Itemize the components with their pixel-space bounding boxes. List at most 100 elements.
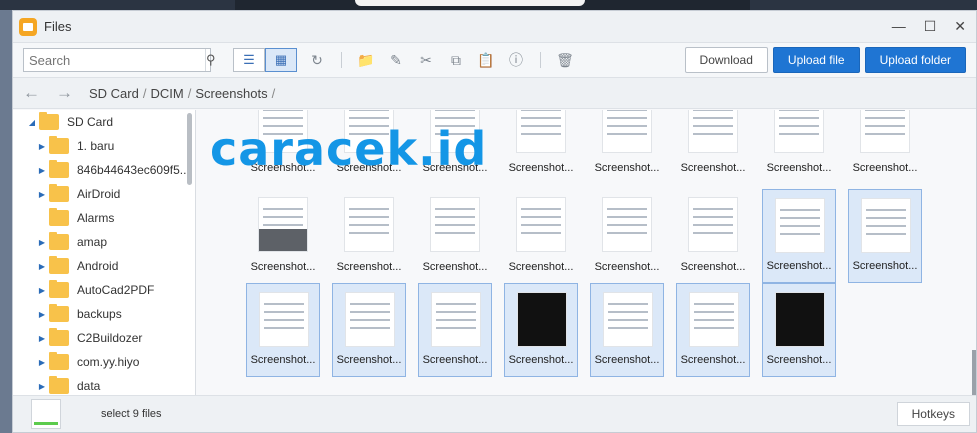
info-icon[interactable]: ⓘ bbox=[508, 52, 524, 68]
collapsed-arrow-icon[interactable]: ▶ bbox=[35, 166, 49, 175]
file-tile[interactable]: Screenshot... bbox=[676, 283, 750, 377]
paste-icon[interactable]: 📋 bbox=[477, 52, 494, 68]
expanded-arrow-icon[interactable]: ◢ bbox=[25, 118, 39, 127]
upload-folder-button[interactable]: Upload folder bbox=[864, 47, 966, 73]
folder-icon bbox=[49, 208, 69, 226]
collapsed-arrow-icon[interactable]: ▶ bbox=[35, 310, 49, 319]
file-name: Screenshot... bbox=[766, 354, 832, 366]
file-tile[interactable]: Screenshot... bbox=[762, 189, 836, 283]
breadcrumb-item-dcim[interactable]: DCIM bbox=[150, 86, 183, 101]
tree-item[interactable]: ▶ AirDroid bbox=[13, 182, 195, 206]
file-tile[interactable]: Screenshot... bbox=[762, 110, 836, 184]
watermark-text: caracek.id bbox=[210, 122, 488, 176]
minimize-icon[interactable]: — bbox=[892, 18, 906, 35]
tree-item[interactable]: ▶ backups bbox=[13, 302, 195, 326]
file-tile[interactable]: Screenshot... bbox=[762, 283, 836, 377]
desktop-address-pill bbox=[355, 0, 585, 6]
tree-item-root[interactable]: ◢ SD Card bbox=[13, 110, 195, 134]
breadcrumb: ← → SD Card / DCIM / Screenshots / bbox=[13, 77, 976, 109]
file-tile[interactable]: Screenshot... bbox=[418, 189, 492, 283]
file-thumbnail bbox=[345, 292, 395, 347]
rename-icon[interactable]: ✎ bbox=[388, 52, 404, 68]
tree-item-label: Alarms bbox=[77, 211, 115, 225]
tree-item[interactable]: ▶ 846b44643ec609f5... bbox=[13, 158, 195, 182]
search-icon[interactable]: ⚲ bbox=[205, 49, 216, 71]
hotkeys-button[interactable]: Hotkeys bbox=[896, 402, 970, 426]
cut-icon[interactable]: ✂ bbox=[418, 52, 434, 68]
list-view-icon[interactable]: ☰ bbox=[233, 48, 265, 72]
grid-view-icon[interactable]: ▦ bbox=[265, 48, 297, 72]
tree-scrollbar[interactable] bbox=[187, 113, 192, 185]
tree-item[interactable]: ▶ AutoCad2PDF bbox=[13, 278, 195, 302]
file-tile[interactable]: Screenshot... bbox=[418, 283, 492, 377]
collapsed-arrow-icon[interactable]: ▶ bbox=[35, 142, 49, 151]
file-tile[interactable]: Screenshot... bbox=[590, 110, 664, 184]
tree-item[interactable]: ▶ data bbox=[13, 374, 195, 395]
tree-item[interactable]: ▶ C2Buildozer bbox=[13, 326, 195, 350]
file-thumbnail bbox=[860, 110, 910, 153]
file-tile[interactable]: Screenshot... bbox=[848, 189, 922, 283]
folder-icon bbox=[49, 184, 69, 202]
folder-icon bbox=[49, 280, 69, 298]
file-tile[interactable]: Screenshot... bbox=[246, 283, 320, 377]
tree-item[interactable]: ▶ 1. baru bbox=[13, 134, 195, 158]
copy-icon[interactable]: ⧉ bbox=[448, 52, 464, 68]
file-tile[interactable]: Screenshot... bbox=[676, 189, 750, 283]
collapsed-arrow-icon[interactable]: ▶ bbox=[35, 358, 49, 367]
tree-item-label: 1. baru bbox=[77, 139, 115, 153]
tree-item-label: data bbox=[77, 379, 101, 393]
search-box: ⚲ bbox=[23, 48, 216, 72]
back-arrow-icon[interactable]: ← bbox=[23, 83, 40, 103]
file-name: Screenshot... bbox=[336, 354, 402, 366]
refresh-icon[interactable]: ↻ bbox=[309, 52, 325, 68]
collapsed-arrow-icon[interactable]: ▶ bbox=[35, 334, 49, 343]
file-thumbnail bbox=[516, 110, 566, 153]
file-tile[interactable]: Screenshot... bbox=[590, 283, 664, 377]
collapsed-arrow-icon[interactable]: ▶ bbox=[35, 286, 49, 295]
collapsed-arrow-icon[interactable]: ▶ bbox=[35, 382, 49, 391]
tree-item[interactable]: ▶ Android bbox=[13, 254, 195, 278]
collapsed-arrow-icon[interactable]: ▶ bbox=[35, 262, 49, 271]
search-input[interactable] bbox=[24, 49, 205, 71]
delete-icon[interactable]: 🗑 bbox=[556, 52, 574, 68]
tree-item[interactable]: ▶ com.yy.hiyo bbox=[13, 350, 195, 374]
file-name: Screenshot... bbox=[594, 162, 660, 174]
collapsed-arrow-icon[interactable]: ▶ bbox=[35, 190, 49, 199]
tree-item-label: com.yy.hiyo bbox=[77, 355, 140, 369]
folder-icon bbox=[49, 232, 69, 250]
tree-item[interactable]: Alarms bbox=[13, 206, 195, 230]
breadcrumb-item-sd-card[interactable]: SD Card bbox=[89, 86, 139, 101]
upload-file-button[interactable]: Upload file bbox=[772, 47, 860, 73]
file-tile[interactable]: Screenshot... bbox=[676, 110, 750, 184]
file-thumbnail bbox=[774, 110, 824, 153]
toolbar-divider bbox=[540, 52, 541, 68]
close-icon[interactable]: ✕ bbox=[954, 18, 966, 35]
window-controls: — ☐ ✕ bbox=[892, 18, 976, 35]
file-tile[interactable]: Screenshot... bbox=[504, 110, 578, 184]
file-tile[interactable]: Screenshot... bbox=[332, 283, 406, 377]
folder-icon bbox=[49, 376, 69, 394]
breadcrumb-item-screenshots[interactable]: Screenshots bbox=[195, 86, 267, 101]
tree-item[interactable]: ▶ amap bbox=[13, 230, 195, 254]
selection-thumbnail bbox=[31, 399, 61, 429]
new-folder-icon[interactable]: 📁 bbox=[357, 52, 374, 68]
file-thumbnail bbox=[775, 198, 825, 253]
file-tile[interactable]: Screenshot... bbox=[246, 189, 320, 283]
file-tile[interactable]: Screenshot... bbox=[504, 189, 578, 283]
grid-scrollbar[interactable] bbox=[972, 350, 976, 395]
file-thumbnail bbox=[602, 197, 652, 252]
maximize-icon[interactable]: ☐ bbox=[924, 18, 937, 35]
collapsed-arrow-icon[interactable]: ▶ bbox=[35, 238, 49, 247]
download-button[interactable]: Download bbox=[684, 47, 768, 73]
file-tile[interactable]: Screenshot... bbox=[848, 110, 922, 184]
forward-arrow-icon[interactable]: → bbox=[56, 83, 73, 103]
tree-item-label: amap bbox=[77, 235, 108, 249]
tree-item-label: 846b44643ec609f5... bbox=[77, 163, 190, 177]
selection-count: select 9 files bbox=[101, 408, 162, 420]
file-name: Screenshot... bbox=[852, 260, 918, 272]
file-tile[interactable]: Screenshot... bbox=[590, 189, 664, 283]
file-tile[interactable]: Screenshot... bbox=[504, 283, 578, 377]
file-thumbnail bbox=[259, 292, 309, 347]
file-thumbnail bbox=[602, 110, 652, 153]
file-tile[interactable]: Screenshot... bbox=[332, 189, 406, 283]
